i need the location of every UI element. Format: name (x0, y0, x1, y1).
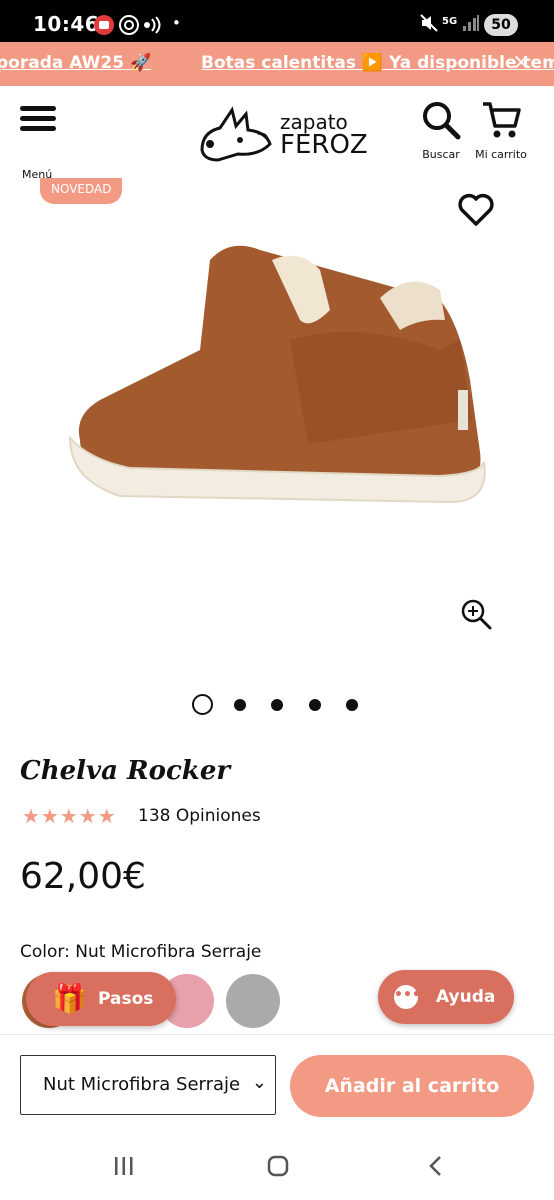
help-button[interactable]: ••• Ayuda (378, 970, 514, 1024)
variant-select-value: Nut Microfibra Serraje (43, 1074, 241, 1095)
gift-icon: 🎁 (52, 982, 87, 1015)
product-title: Chelva Rocker (20, 756, 231, 786)
pasos-label: Pasos (98, 989, 154, 1009)
product-price: 62,00€ (20, 856, 146, 897)
signal-icon (462, 14, 480, 36)
mute-icon (420, 14, 438, 36)
recent-apps-icon[interactable] (112, 1154, 136, 1184)
carousel-dot-3[interactable] (271, 699, 283, 711)
close-icon[interactable]: × (512, 50, 530, 75)
variant-select[interactable]: Nut Microfibra Serraje ⌄ (20, 1055, 276, 1115)
carousel-dot-1[interactable] (192, 694, 213, 715)
carousel-dots (190, 694, 370, 716)
chat-icon: ••• (394, 985, 421, 1009)
chevron-down-icon: ⌄ (247, 1072, 267, 1093)
reviews-count[interactable]: 138 Opiniones (138, 806, 261, 826)
carousel-dot-2[interactable] (234, 699, 246, 711)
rating-stars-icon[interactable]: ★★★★★ (22, 804, 117, 828)
promo-text-2[interactable]: Botas calentitas ▶️ Ya disponible temp (201, 53, 554, 73)
purchase-bar: Nut Microfibra Serraje ⌄ Añadir al carri… (0, 1034, 554, 1145)
color-label: Color: (20, 942, 70, 962)
wolf-logo-icon (200, 106, 272, 162)
zoom-in-icon (461, 599, 492, 630)
heart-icon (458, 193, 494, 226)
back-icon[interactable] (424, 1154, 448, 1184)
logo[interactable]: zapato FEROZ (198, 104, 368, 164)
help-label: Ayuda (436, 987, 496, 1007)
color-selection: Color: Nut Microfibra Serraje (20, 942, 261, 962)
nfc-icon (142, 14, 164, 40)
status-time: 10:46 (33, 12, 100, 36)
status-bar: 10:46 • 5G 50 (0, 0, 554, 42)
carousel-dot-5[interactable] (346, 699, 358, 711)
promo-text-1[interactable]: porada AW25 🚀 (0, 53, 151, 73)
network-type: 5G (442, 16, 458, 27)
color-value: Nut Microfibra Serraje (69, 942, 262, 962)
logo-text-bottom: FEROZ (280, 130, 368, 160)
cart-button[interactable]: Mi carrito (472, 100, 530, 161)
notification-icon (93, 14, 115, 40)
site-header: Menú zapato FEROZ Buscar Mi carrito (0, 86, 554, 181)
favorite-button[interactable] (456, 190, 496, 230)
cart-icon (483, 102, 521, 138)
new-badge: NOVEDAD (40, 178, 123, 204)
home-icon[interactable] (266, 1154, 290, 1184)
add-to-cart-button[interactable]: Añadir al carrito (290, 1055, 534, 1117)
product-image[interactable] (60, 230, 490, 520)
hotspot-icon (118, 14, 140, 40)
promo-banner[interactable]: porada AW25 🚀 Botas calentitas ▶️ Ya dis… (0, 42, 554, 86)
hamburger-icon (20, 106, 56, 111)
boot-image (68, 245, 486, 504)
cart-label: Mi carrito (475, 148, 527, 161)
menu-button[interactable]: Menú (18, 106, 60, 181)
dot-icon: • (172, 14, 181, 32)
search-button[interactable]: Buscar (418, 100, 464, 161)
system-nav-bar (0, 1144, 554, 1200)
zoom-button[interactable] (460, 598, 492, 630)
search-icon (423, 102, 461, 140)
carousel-dot-4[interactable] (309, 699, 321, 711)
battery-indicator: 50 (484, 14, 518, 36)
search-label: Buscar (422, 148, 460, 161)
swatch-grey[interactable] (226, 974, 280, 1028)
pasos-button[interactable]: 🎁 Pasos (26, 972, 176, 1026)
